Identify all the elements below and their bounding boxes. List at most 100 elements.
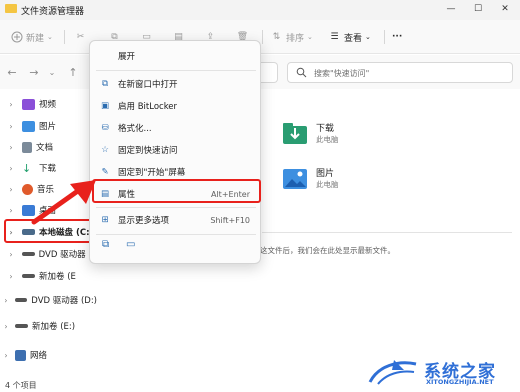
red-arrow-icon — [31, 180, 96, 225]
sidebar-item-network[interactable]: › 网络 — [0, 345, 97, 365]
new-label: 新建 — [26, 33, 45, 44]
folder-icon — [5, 4, 17, 13]
chevron-right-icon: › — [9, 205, 13, 215]
search-placeholder: 搜索"快速访问" — [314, 69, 370, 78]
new-button[interactable]: 新建 ⌄ — [10, 28, 53, 46]
menu-item-format[interactable]: ⛁ 格式化... — [94, 117, 256, 139]
bitlocker-icon: ▣ — [100, 101, 110, 111]
sidebar-item-pictures[interactable]: › 图片 — [0, 116, 97, 136]
drive-icon — [15, 324, 28, 328]
chevron-down-icon: ⌄ — [307, 33, 313, 41]
dvd-drive-icon — [14, 298, 28, 302]
chevron-right-icon: › — [4, 295, 8, 305]
menu-item-label: 显示更多选项 — [118, 216, 170, 226]
sort-icon: ⇅ — [272, 32, 281, 42]
pictures-folder-icon — [282, 165, 308, 191]
quick-item-subtitle: 此电脑 — [316, 135, 339, 144]
search-input[interactable]: 搜索"快速访问" — [287, 62, 513, 83]
sidebar-item-label: 文档 — [36, 143, 54, 153]
chevron-right-icon: › — [9, 271, 13, 281]
chevron-right-icon: › — [9, 163, 13, 173]
menu-divider — [96, 234, 256, 235]
toolbar-divider — [384, 30, 385, 44]
context-menu: 展开 ⧉ 在新窗口中打开 ▣ 启用 BitLocker ⛁ 格式化... ☆ 固… — [89, 40, 261, 264]
sidebar-item-label: DVD 驱动器 (D:) — [31, 296, 97, 306]
close-button[interactable]: ✕ — [492, 0, 518, 18]
documents-folder-icon — [22, 141, 32, 153]
copy-icon[interactable]: ⧉ — [102, 239, 109, 250]
format-icon: ⛁ — [101, 123, 109, 133]
downloads-folder-icon: ↓ — [22, 161, 32, 175]
section-divider — [262, 232, 512, 233]
menu-item-label: 启用 BitLocker — [118, 102, 178, 112]
chevron-down-icon: ⌄ — [365, 33, 371, 41]
up-arrow-icon[interactable]: ↑ — [66, 65, 80, 79]
menu-item-bitlocker[interactable]: ▣ 启用 BitLocker — [94, 95, 256, 117]
sidebar-item-downloads[interactable]: › ↓ 下载 — [0, 158, 97, 178]
watermark-logo-icon — [368, 360, 417, 385]
open-new-window-icon: ⧉ — [101, 79, 109, 89]
pin-start-icon: ✎ — [101, 167, 109, 177]
menu-item-label: 固定到快速访问 — [118, 146, 178, 156]
highlight-properties — [92, 179, 261, 203]
quick-item-title[interactable]: 图片 — [316, 166, 334, 179]
view-button[interactable]: ☰ 查看 ⌄ — [328, 28, 371, 46]
view-icon: ☰ — [330, 32, 339, 42]
menu-item-label: 展开 — [118, 52, 136, 62]
status-bar-text: 4 个项目 — [5, 381, 37, 390]
sidebar-item-dvd-drive[interactable]: › DVD 驱动器 (E — [0, 244, 97, 264]
sidebar-item-new-volume-e[interactable]: › 新加卷 (E:) — [0, 316, 97, 336]
more-button[interactable]: ··· — [392, 28, 402, 46]
sidebar-item-label: 网络 — [30, 351, 48, 361]
view-label: 查看 — [344, 33, 363, 44]
menu-item-pin-quick-access[interactable]: ☆ 固定到快速访问 — [94, 139, 256, 161]
quick-item-subtitle: 此电脑 — [316, 180, 339, 189]
chevron-right-icon: › — [9, 99, 13, 109]
sort-button[interactable]: ⇅ 排序 ⌄ — [270, 28, 313, 46]
history-chevron-icon[interactable]: ⌄ — [45, 65, 59, 79]
pin-icon: ☆ — [101, 145, 109, 155]
sidebar-item-label: 新加卷 (E:) — [32, 322, 76, 332]
pictures-folder-icon — [22, 120, 35, 132]
drive-icon — [22, 274, 35, 278]
toolbar-divider — [64, 30, 65, 44]
scissors-icon: ✂ — [76, 32, 85, 42]
sidebar-item-videos[interactable]: › 视频 — [0, 94, 97, 114]
sidebar-item-new-volume[interactable]: › 新加卷 (E — [0, 266, 97, 286]
forward-arrow-icon[interactable]: → — [27, 65, 41, 79]
chevron-right-icon: › — [9, 249, 13, 259]
chevron-right-icon: › — [9, 184, 13, 194]
downloads-folder-icon — [282, 120, 308, 146]
watermark-subtext: XITONGZHIJIA.NET — [426, 378, 494, 386]
menu-divider — [96, 207, 256, 208]
menu-item-show-more-options[interactable]: ⊞ 显示更多选项 Shift+F10 — [94, 209, 256, 231]
maximize-button[interactable]: ☐ — [465, 0, 491, 18]
menu-item-label: 格式化... — [118, 124, 152, 134]
menu-item-open-new-window[interactable]: ⧉ 在新窗口中打开 — [94, 73, 256, 95]
menu-divider — [96, 70, 256, 71]
sidebar-item-documents[interactable]: › 文档 — [0, 137, 97, 157]
quick-item-title[interactable]: 下载 — [316, 121, 334, 134]
menu-item-shortcut: Shift+F10 — [210, 215, 250, 225]
sidebar-item-dvd-drive-d[interactable]: › DVD 驱动器 (D:) — [0, 290, 97, 310]
search-icon — [296, 67, 307, 81]
title-bar: 文件资源管理器 — ☐ ✕ — [0, 0, 520, 20]
menu-item-expand[interactable]: 展开 — [94, 45, 256, 67]
toolbar-divider — [262, 30, 263, 44]
sidebar-item-label: 下载 — [39, 164, 57, 174]
chevron-right-icon: › — [4, 321, 8, 331]
chevron-down-icon: ⌄ — [47, 33, 53, 41]
cut-button[interactable]: ✂ — [74, 28, 87, 46]
sort-label: 排序 — [286, 33, 305, 44]
dvd-drive-icon — [21, 252, 35, 256]
sidebar-item-label: 图片 — [39, 122, 57, 132]
network-icon — [15, 349, 26, 361]
menu-item-label: 固定到"开始"屏幕 — [118, 168, 186, 178]
rename-icon[interactable]: ▭ — [126, 239, 135, 250]
chevron-right-icon: › — [4, 350, 8, 360]
minimize-button[interactable]: — — [438, 0, 464, 18]
video-folder-icon — [22, 98, 35, 110]
back-arrow-icon[interactable]: ← — [5, 65, 19, 79]
sidebar-item-label: 新加卷 (E — [39, 272, 76, 282]
chevron-right-icon: › — [9, 142, 13, 152]
